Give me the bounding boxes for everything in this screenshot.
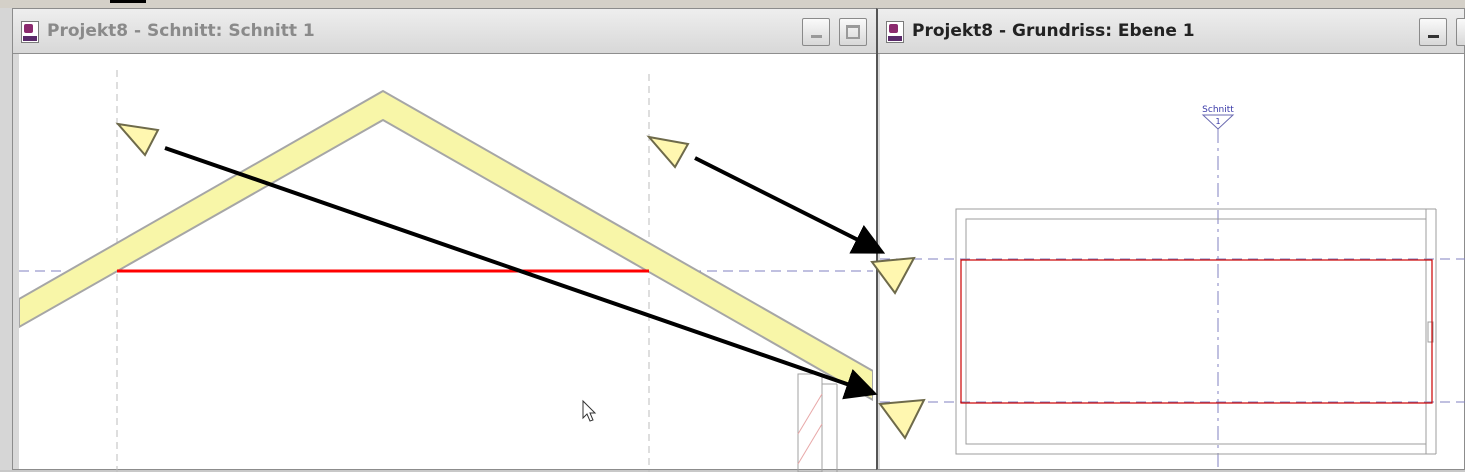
section-tag-number: 1 (1215, 117, 1220, 126)
wall-cut-outline (960, 259, 1433, 404)
revit-app-icon[interactable] (886, 21, 904, 43)
section-drawing (19, 70, 873, 472)
plan-drawing-canvas[interactable]: Schnitt 1 (880, 54, 1465, 472)
plan-drawing: Schnitt 1 (880, 105, 1465, 472)
toolbar-marker (110, 0, 146, 3)
maximize-icon (846, 25, 860, 39)
section-window-titlebar[interactable]: Projekt8 - Schnitt: Schnitt 1 (13, 9, 877, 54)
section-view-window[interactable]: Projekt8 - Schnitt: Schnitt 1 (12, 8, 878, 472)
section-tag-name: Schnitt (1202, 105, 1234, 115)
building-outline-outer (955, 208, 1427, 455)
wall-hatch-2 (797, 423, 823, 465)
top-toolbar-strip (0, 0, 1465, 8)
section-drawing-canvas[interactable] (19, 54, 877, 472)
wall-hatch-1 (797, 393, 823, 435)
section-minimize-button[interactable] (802, 18, 830, 46)
section-window-title: Projekt8 - Schnitt: Schnitt 1 (47, 21, 315, 41)
plan-window-title: Projekt8 - Grundriss: Ebene 1 (912, 21, 1195, 41)
section-maximize-button[interactable] (839, 18, 867, 46)
building-outline-inner (965, 218, 1427, 445)
plan-minimize-button[interactable] (1419, 18, 1447, 46)
plan-maximize-button[interactable] (1456, 18, 1465, 46)
revit-app-icon[interactable] (21, 21, 39, 43)
minimize-icon (811, 35, 822, 38)
plan-view-window[interactable]: Projekt8 - Grundriss: Ebene 1 Schnitt 1 (876, 8, 1465, 472)
plan-window-titlebar[interactable]: Projekt8 - Grundriss: Ebene 1 (878, 9, 1465, 54)
minimize-icon (1428, 35, 1439, 38)
